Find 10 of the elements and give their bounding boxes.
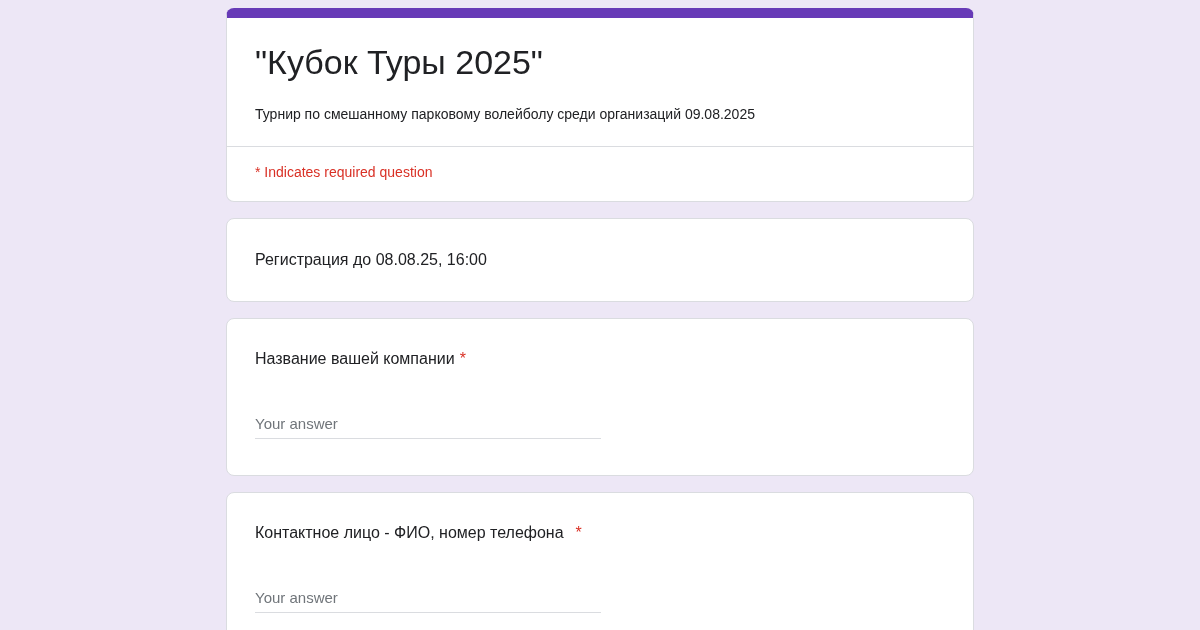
question-title: Контактное лицо - ФИО, номер телефона [255, 523, 564, 543]
section-text-card: Регистрация до 08.08.25, 16:00 [226, 218, 974, 302]
question-title: Название вашей компании [255, 349, 455, 369]
form-description: Турнир по смешанному парковому волейболу среди организаций 09.08.2025 [255, 105, 756, 124]
required-note: * Indicates required question [254, 163, 434, 182]
required-asterisk: * [459, 349, 466, 369]
form-title: "Кубок Туры 2025" [255, 42, 544, 83]
answer-field[interactable]: Your answer [255, 585, 601, 613]
answer-field[interactable]: Your answer [255, 411, 601, 439]
required-asterisk: * [575, 523, 582, 543]
